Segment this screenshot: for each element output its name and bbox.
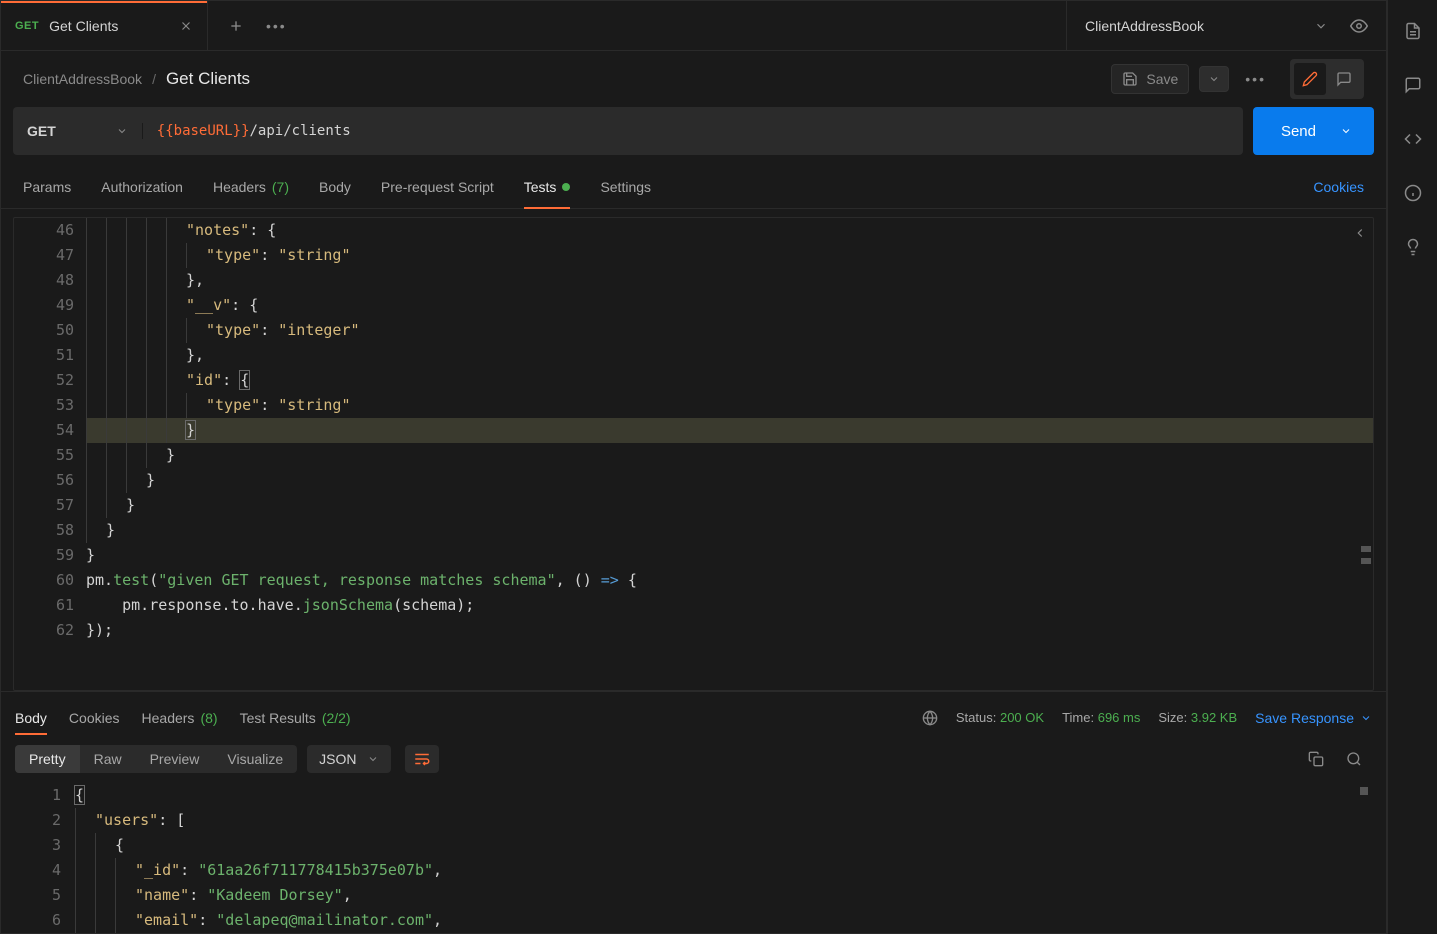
breadcrumb-item: Get Clients — [166, 69, 250, 89]
tab-title: Get Clients — [49, 18, 169, 34]
view-toggle — [1290, 59, 1364, 99]
url-input[interactable]: {{baseURL}}/api/clients — [143, 123, 1243, 139]
copy-response-button[interactable] — [1308, 751, 1324, 767]
tab-body[interactable]: Body — [319, 165, 351, 208]
save-icon — [1122, 71, 1138, 87]
response-body-viewer[interactable]: 123456 { "users": [ { "_id": "61aa26f711… — [1, 783, 1386, 933]
copy-icon — [1308, 751, 1324, 767]
collapse-panel-button[interactable] — [1353, 226, 1367, 240]
method-select[interactable]: GET — [13, 123, 143, 139]
close-icon[interactable] — [179, 19, 193, 33]
comments-button[interactable] — [1404, 76, 1422, 94]
response-view-mode: Pretty Raw Preview Visualize — [15, 745, 297, 773]
send-button[interactable]: Send — [1253, 107, 1374, 155]
comment-mode-button[interactable] — [1328, 63, 1360, 95]
status-label: Status: 200 OK — [956, 710, 1044, 725]
resp-tab-cookies[interactable]: Cookies — [69, 700, 120, 735]
chevron-down-icon — [1360, 712, 1372, 724]
method-label: GET — [27, 123, 56, 139]
visualize-button[interactable]: Visualize — [213, 745, 297, 773]
save-response-button[interactable]: Save Response — [1255, 710, 1372, 726]
chevron-down-icon — [1314, 19, 1328, 33]
size-label: Size: 3.92 KB — [1158, 710, 1237, 725]
code-button[interactable] — [1404, 130, 1422, 148]
more-options-button[interactable]: ••• — [1239, 71, 1272, 87]
unsaved-dot-icon — [562, 183, 570, 191]
bot-button[interactable] — [1404, 238, 1422, 256]
file-icon — [1404, 22, 1422, 40]
chevron-down-icon — [116, 125, 128, 137]
code-icon — [1404, 130, 1422, 148]
tab-overflow-button[interactable]: ••• — [266, 18, 287, 34]
resp-tab-headers[interactable]: Headers (8) — [142, 700, 218, 735]
pretty-button[interactable]: Pretty — [15, 745, 80, 773]
response-toolbar: Pretty Raw Preview Visualize JSON — [1, 735, 1386, 783]
tab-bar: GET Get Clients ••• ClientAddressBook — [1, 1, 1386, 51]
tests-editor[interactable]: 4647484950515253545556575859606162 "note… — [13, 217, 1374, 691]
preview-button[interactable]: Preview — [136, 745, 214, 773]
new-tab-button[interactable] — [228, 18, 244, 34]
cookies-link[interactable]: Cookies — [1313, 179, 1364, 195]
pencil-icon — [1302, 71, 1318, 87]
search-response-button[interactable] — [1346, 751, 1362, 767]
scrollbar-thumb[interactable] — [1361, 546, 1371, 552]
wrap-lines-button[interactable] — [405, 745, 439, 773]
raw-button[interactable]: Raw — [80, 745, 136, 773]
documentation-button[interactable] — [1404, 22, 1422, 40]
chevron-down-icon — [1340, 125, 1352, 137]
environment-name: ClientAddressBook — [1085, 18, 1204, 34]
time-label: Time: 696 ms — [1062, 710, 1140, 725]
tab-prerequest[interactable]: Pre-request Script — [381, 165, 494, 208]
comment-icon — [1404, 76, 1422, 94]
tab-authorization[interactable]: Authorization — [101, 165, 183, 208]
wrap-icon — [413, 750, 431, 768]
info-icon — [1404, 184, 1422, 202]
request-tab[interactable]: GET Get Clients — [1, 1, 208, 50]
chevron-down-icon — [367, 753, 379, 765]
breadcrumb-row: ClientAddressBook / Get Clients Save ••• — [1, 51, 1386, 107]
format-select[interactable]: JSON — [307, 745, 390, 773]
build-mode-button[interactable] — [1294, 63, 1326, 95]
breadcrumb-collection[interactable]: ClientAddressBook — [23, 71, 142, 87]
tab-settings[interactable]: Settings — [600, 165, 651, 208]
resp-tab-body[interactable]: Body — [15, 700, 47, 735]
tab-method-badge: GET — [15, 20, 39, 32]
save-label: Save — [1146, 71, 1178, 87]
save-button[interactable]: Save — [1111, 64, 1189, 94]
tab-headers[interactable]: Headers (7) — [213, 165, 289, 208]
comment-icon — [1336, 71, 1352, 87]
search-icon — [1346, 751, 1362, 767]
url-path: /api/clients — [250, 123, 351, 139]
scrollbar-thumb[interactable] — [1361, 558, 1371, 564]
minimap-marker — [1360, 787, 1368, 795]
send-label: Send — [1281, 123, 1316, 140]
tab-tests[interactable]: Tests — [524, 165, 571, 208]
url-bar: GET {{baseURL}}/api/clients — [13, 107, 1243, 155]
resp-tab-test-results[interactable]: Test Results (2/2) — [240, 700, 351, 735]
request-subtabs: Params Authorization Headers (7) Body Pr… — [1, 165, 1386, 209]
eye-icon[interactable] — [1350, 17, 1368, 35]
network-icon[interactable] — [922, 710, 938, 726]
right-sidebar — [1387, 0, 1437, 934]
tab-params[interactable]: Params — [23, 165, 71, 208]
url-variable: {{baseURL}} — [157, 123, 250, 139]
lightbulb-icon — [1404, 238, 1422, 256]
breadcrumb-separator: / — [152, 71, 156, 87]
response-subtabs: Body Cookies Headers (8) Test Results (2… — [1, 691, 1386, 735]
environment-picker[interactable]: ClientAddressBook — [1066, 1, 1386, 50]
save-dropdown-button[interactable] — [1199, 66, 1229, 92]
info-button[interactable] — [1404, 184, 1422, 202]
